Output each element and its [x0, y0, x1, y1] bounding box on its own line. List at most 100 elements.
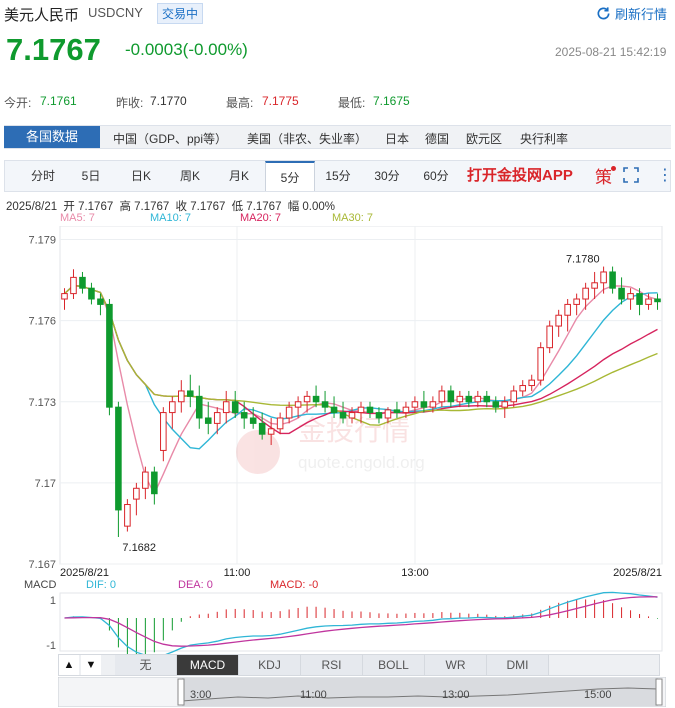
candle-body [420, 401, 428, 408]
candle-body [222, 401, 230, 414]
candle-body [303, 395, 311, 403]
candle-body [438, 390, 446, 403]
candle-body [402, 406, 410, 414]
navigator-right-handle[interactable] [655, 678, 663, 706]
indicator-boll[interactable]: BOLL [363, 655, 425, 675]
candle-body [411, 401, 419, 408]
tab-japan[interactable]: 日本 [385, 130, 409, 147]
candle-body [339, 412, 347, 419]
candle-body [429, 401, 437, 408]
tab-usa[interactable]: 美国（非农、失业率） [247, 130, 367, 147]
indicator-kdj[interactable]: KDJ [239, 655, 301, 675]
macd-y-tick: 1 [50, 595, 56, 607]
candle-body [573, 298, 580, 305]
candle-body [124, 504, 131, 527]
macd-y-tick: -1 [46, 640, 56, 652]
notification-dot [611, 166, 616, 171]
candle-body [510, 390, 518, 403]
tab-5min[interactable]: 5分 [265, 161, 315, 191]
tab-15min[interactable]: 15分 [314, 161, 362, 191]
candle-body [267, 428, 275, 435]
y-tick-label: 7.176 [28, 316, 56, 328]
macd-legend-0: MACD [24, 579, 56, 591]
candle-body [600, 271, 607, 284]
prev-close-label: 昨收: [116, 96, 144, 110]
fullscreen-icon[interactable] [623, 167, 639, 183]
prev-close-value: 7.1770 [150, 94, 187, 108]
candle-body [654, 298, 661, 303]
x-tick-label: 13:00 [401, 567, 429, 579]
candle-body [636, 293, 643, 305]
candle-body [249, 417, 257, 424]
candle-body [465, 395, 473, 403]
candle-body [618, 287, 625, 300]
candle-body [357, 406, 365, 414]
candle-body [276, 417, 284, 430]
candle-body [375, 412, 383, 419]
tab-monthly-k[interactable]: 月K [215, 161, 263, 191]
candle-body [348, 412, 356, 419]
candle-body [106, 303, 113, 408]
open-app-link[interactable]: 打开金投网APP [467, 161, 573, 191]
tab-country-data[interactable]: 各国数据 [4, 126, 100, 148]
refresh-button[interactable]: 刷新行情 [596, 4, 667, 23]
tab-daily-k[interactable]: 日K [117, 161, 165, 191]
candle-body [142, 471, 149, 489]
candle-body [591, 282, 598, 289]
candle-body [151, 471, 158, 495]
indicator-none[interactable]: 无 [115, 655, 177, 675]
time-navigator[interactable]: 3:00 11:00 13:00 15:00 [58, 677, 666, 707]
candle-body [582, 287, 589, 300]
candle-body [645, 298, 652, 305]
nav-tick-1: 11:00 [300, 689, 327, 701]
candle-body [555, 314, 562, 327]
y-tick-label: 7.17 [35, 478, 56, 490]
indicator-tabs: ▲ ▼ 无 MACD KDJ RSI BOLL WR DMI [58, 654, 660, 676]
tab-5day[interactable]: 5日 [67, 161, 115, 191]
candle-body [447, 390, 455, 403]
candle-body [483, 395, 491, 403]
low-label: 最低: [338, 96, 366, 110]
candle-body [186, 390, 194, 397]
high-annotation: 7.1780 [566, 254, 600, 266]
indicator-macd[interactable]: MACD [177, 655, 239, 675]
indicator-wr[interactable]: WR [425, 655, 487, 675]
quote-header: 美元人民币 USDCNY 交易中 刷新行情 7.1767 -0.0003(-0.… [0, 0, 675, 84]
candle-body [169, 401, 176, 414]
candle-body [321, 401, 329, 408]
scroll-up-arrow[interactable]: ▲ [59, 655, 79, 675]
kline-chart[interactable]: 7.1797.1767.1737.177.167金投行情quote.cngold… [0, 226, 675, 654]
refresh-label: 刷新行情 [615, 7, 668, 22]
nav-tick-3: 15:00 [584, 689, 612, 701]
tab-eurozone[interactable]: 欧元区 [466, 130, 502, 147]
high-label: 最高: [226, 96, 254, 110]
candle-body [546, 325, 553, 349]
candle-body [240, 412, 248, 419]
ma20-legend: MA20: 7 [240, 212, 281, 224]
indicator-rsi[interactable]: RSI [301, 655, 363, 675]
tab-germany[interactable]: 德国 [425, 130, 449, 147]
scroll-down-arrow[interactable]: ▼ [81, 655, 101, 675]
tab-central-bank-rate[interactable]: 央行利率 [520, 130, 568, 147]
price-change: -0.0003(-0.00%) [125, 40, 248, 59]
macd-panel [59, 592, 663, 652]
tab-30min[interactable]: 30分 [363, 161, 411, 191]
macd-legend-2: DEA: 0 [178, 579, 213, 591]
strategy-button[interactable]: 策 [595, 163, 612, 188]
candle-body [231, 401, 239, 414]
tab-60min[interactable]: 60分 [412, 161, 460, 191]
more-menu-icon[interactable]: ⋮ [657, 161, 673, 191]
navigator-left-handle[interactable] [177, 678, 185, 706]
candle-body [294, 401, 302, 408]
candle-body [537, 347, 544, 381]
indicator-dmi[interactable]: DMI [487, 655, 549, 675]
candle-body [133, 487, 140, 500]
candle-body [88, 287, 95, 300]
open-value: 7.1761 [40, 94, 77, 108]
candle-body [528, 379, 536, 387]
tab-china[interactable]: 中国（GDP、ppi等） [113, 130, 227, 147]
low-value: 7.1675 [373, 94, 410, 108]
candle-body [258, 422, 266, 435]
tab-weekly-k[interactable]: 周K [166, 161, 214, 191]
tab-timeshare[interactable]: 分时 [19, 161, 67, 191]
